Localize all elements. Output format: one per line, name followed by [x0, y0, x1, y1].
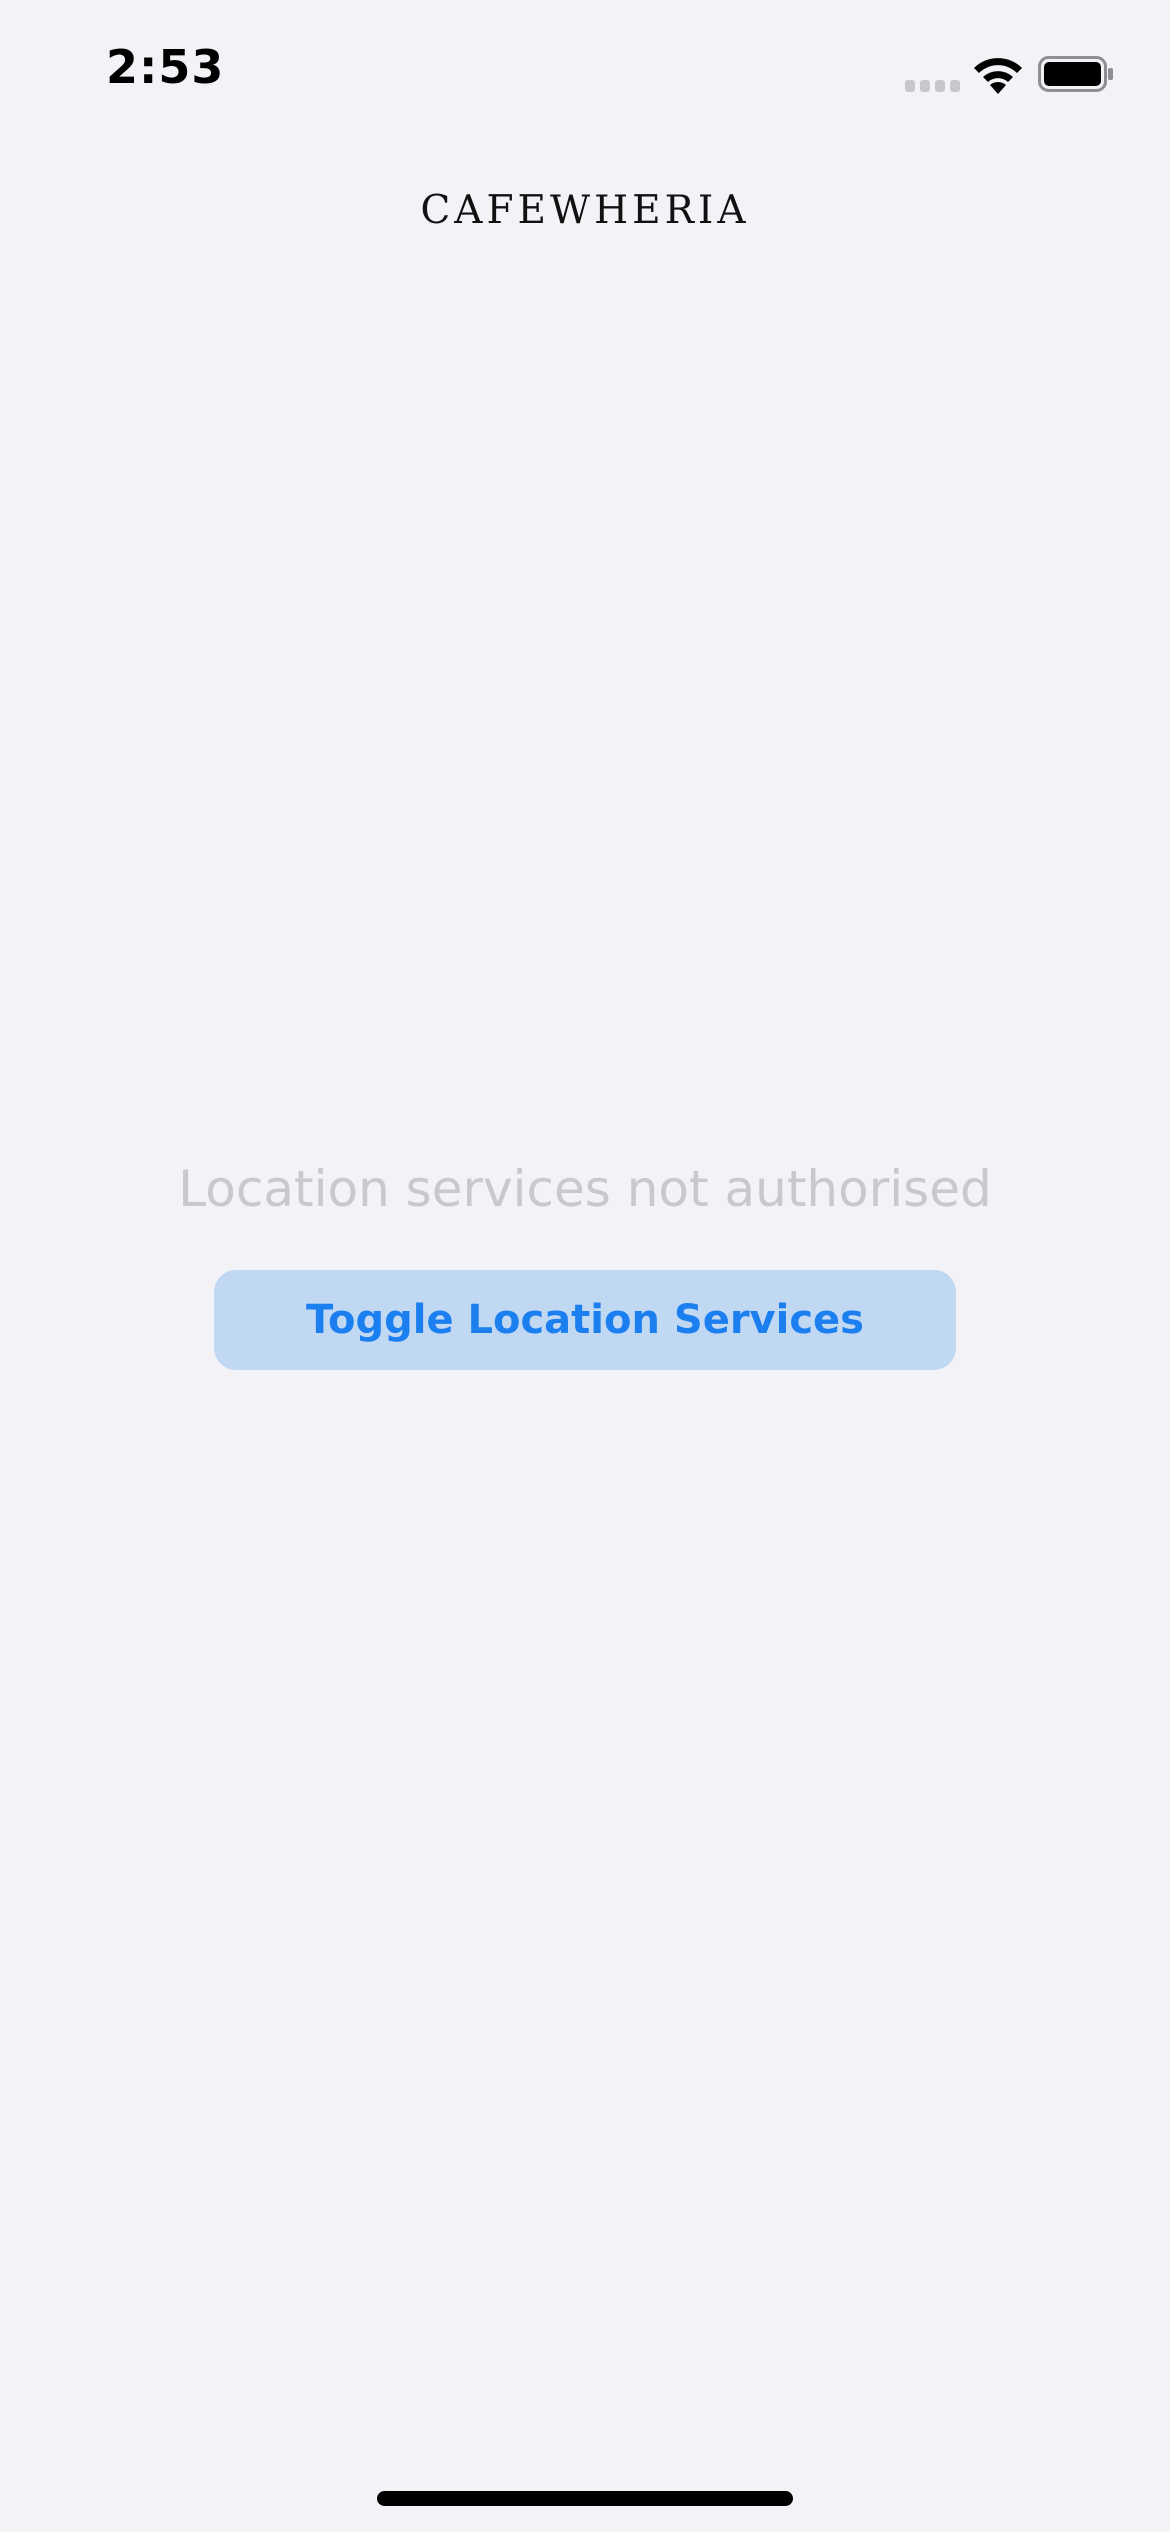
- brand-logo: CAFEWHERIA: [420, 188, 750, 233]
- home-indicator[interactable]: [377, 2491, 793, 2506]
- location-status-message: Location services not authorised: [178, 1160, 992, 1218]
- status-time: 2:53: [106, 40, 225, 94]
- toggle-location-services-button[interactable]: Toggle Location Services: [214, 1270, 956, 1370]
- battery-icon: [1038, 56, 1113, 92]
- status-bar: 2:53: [0, 0, 1170, 150]
- toggle-location-services-label: Toggle Location Services: [306, 1297, 864, 1343]
- cellular-signal-icon: [905, 80, 960, 92]
- wifi-icon: [974, 58, 1022, 94]
